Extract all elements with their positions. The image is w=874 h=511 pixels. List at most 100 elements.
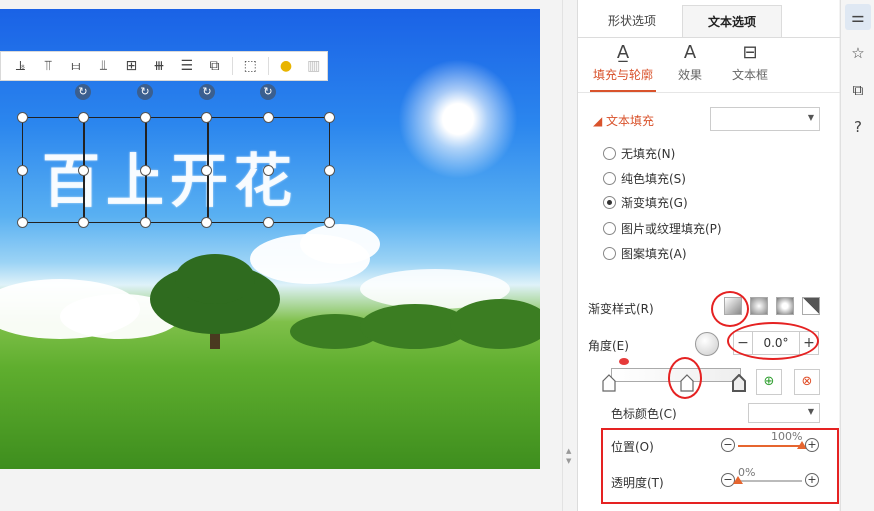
cloud [300, 224, 380, 264]
chevron-down-icon: ▼ [807, 113, 814, 122]
gradient-radial-icon[interactable] [750, 297, 768, 315]
tab-text-options[interactable]: 文本选项 [682, 5, 782, 37]
subtab-fill-outline[interactable]: A̲ 填充与轮廓 [590, 40, 656, 83]
annotation-circle [727, 322, 819, 360]
fill-preset-dropdown[interactable]: ▼ [710, 107, 820, 131]
resize-handle[interactable] [140, 112, 151, 123]
gradient-stop-handle[interactable] [732, 374, 746, 392]
radio-no-fill[interactable]: 无填充(N) [603, 143, 675, 163]
toolbar-divider [231, 57, 233, 75]
panel-splitter[interactable]: ▲ ▼ [562, 0, 576, 511]
rotate-handle[interactable]: ↻ [75, 84, 91, 100]
resize-handle[interactable] [324, 165, 335, 176]
selection-box[interactable] [22, 117, 84, 223]
resize-handle[interactable] [263, 217, 274, 228]
resize-handle[interactable] [324, 112, 335, 123]
gradient-stop-handle[interactable] [602, 374, 616, 392]
annotation-rectangle [601, 428, 839, 504]
radio-label: 渐变填充(G) [621, 195, 688, 210]
resize-handle[interactable] [78, 217, 89, 228]
radio-solid-fill[interactable]: 纯色填充(S) [603, 168, 686, 188]
bulb-icon[interactable]: ● [273, 54, 300, 78]
resize-handle[interactable] [140, 165, 151, 176]
collapse-up-icon[interactable]: ▲ [566, 447, 572, 455]
sun-image [398, 59, 518, 179]
radio-button[interactable] [603, 171, 616, 185]
gradient-rectangular-icon[interactable] [776, 297, 794, 315]
radio-gradient-fill[interactable]: 渐变填充(G) [603, 192, 688, 212]
radio-label: 无填充(N) [621, 146, 676, 161]
align-bottom-icon[interactable]: ⫫ [90, 54, 117, 78]
angle-dial[interactable] [695, 332, 719, 356]
radio-label: 纯色填充(S) [621, 171, 686, 186]
distribute-vertical-icon[interactable]: ☰ [173, 54, 200, 78]
textbox-icon: ⊟ [742, 42, 758, 63]
chevron-down-icon: ▼ [807, 407, 814, 416]
resize-handle[interactable] [140, 217, 151, 228]
gradient-style-label: 渐变样式(R) [588, 302, 654, 316]
distribute-grid-icon[interactable]: ⊞ [118, 54, 145, 78]
resize-handle[interactable] [201, 165, 212, 176]
align-top-icon[interactable]: ⫪ [35, 54, 62, 78]
side-rail: ⚌ ☆ ⧉ ? [840, 0, 874, 511]
crop-icon[interactable]: ⧉ [201, 54, 228, 78]
delete-stop-icon[interactable]: ⊗ [794, 369, 820, 395]
help-icon[interactable]: ? [845, 114, 871, 140]
stop-color-label: 色标颜色(C) [611, 407, 677, 421]
radio-button[interactable] [603, 146, 616, 160]
pin-icon[interactable]: ☆ [845, 40, 871, 66]
annotation-circle [668, 357, 702, 399]
resize-handle[interactable] [201, 112, 212, 123]
resize-handle[interactable] [17, 217, 28, 228]
gradient-path-icon[interactable] [802, 297, 820, 315]
collapse-down-icon[interactable]: ▼ [566, 457, 572, 465]
subtab-label: 填充与轮廓 [592, 68, 653, 82]
divider [578, 37, 840, 38]
sliders-icon[interactable]: ⚌ [845, 4, 871, 30]
radio-label: 图案填充(A) [621, 246, 687, 261]
resize-handle[interactable] [201, 217, 212, 228]
angle-label: 角度(E) [588, 339, 629, 353]
annotation-circle [711, 291, 749, 327]
group-icon[interactable]: ⬚ [237, 54, 264, 78]
radio-button[interactable] [603, 195, 616, 209]
resize-handle[interactable] [263, 112, 274, 123]
radio-button[interactable] [603, 246, 616, 260]
collapse-triangle-icon: ◢ [593, 114, 607, 128]
subtab-label: 文本框 [731, 68, 768, 82]
section-title[interactable]: ◢ 文本填充 [593, 112, 654, 129]
resize-handle[interactable] [17, 112, 28, 123]
rotate-handle[interactable]: ↻ [137, 84, 153, 100]
subtab-effect[interactable]: A 效果 [670, 40, 710, 83]
subtab-label: 效果 [677, 68, 702, 82]
panel-tabs: 形状选项 文本选项 [578, 5, 840, 37]
tab-shape-options[interactable]: 形状选项 [582, 5, 682, 37]
resize-handle[interactable] [263, 165, 274, 176]
resize-handle[interactable] [17, 165, 28, 176]
tree-crown [175, 254, 255, 304]
selection-box[interactable] [146, 117, 208, 223]
toolbar-divider [267, 57, 269, 75]
resize-handle[interactable] [78, 112, 89, 123]
slide-canvas-area: 百上开花 ↻ ↻ ↻ ↻ ⫡ ⫪ ⧦ ⫫ ⊞ ⧻ ☰ ⧉ ⬚ ● ▥ [0, 0, 560, 511]
section-title-label: 文本填充 [606, 114, 655, 128]
align-vertical-center-icon[interactable]: ⧦ [62, 54, 89, 78]
subtab-textbox[interactable]: ⊟ 文本框 [728, 40, 772, 83]
radio-button[interactable] [603, 221, 616, 235]
distribute-horizontal-icon[interactable]: ⧻ [146, 54, 173, 78]
rotate-handle[interactable]: ↻ [260, 84, 276, 100]
resize-handle[interactable] [324, 217, 335, 228]
resize-handle[interactable] [78, 165, 89, 176]
more-icon[interactable]: ▥ [300, 54, 327, 78]
radio-pattern-fill[interactable]: 图案填充(A) [603, 243, 687, 263]
align-bottom-left-icon[interactable]: ⫡ [7, 54, 34, 78]
selection-box[interactable] [84, 117, 146, 223]
add-stop-icon[interactable]: ⊕ [756, 369, 782, 395]
layers-icon[interactable]: ⧉ [845, 77, 871, 103]
radio-label: 图片或纹理填充(P) [621, 221, 722, 236]
stop-color-dropdown[interactable]: ▼ [748, 403, 820, 423]
radio-picture-fill[interactable]: 图片或纹理填充(P) [603, 218, 722, 238]
align-toolbar: ⫡ ⫪ ⧦ ⫫ ⊞ ⧻ ☰ ⧉ ⬚ ● ▥ [0, 51, 328, 81]
text-effect-icon: A [683, 42, 697, 63]
rotate-handle[interactable]: ↻ [199, 84, 215, 100]
